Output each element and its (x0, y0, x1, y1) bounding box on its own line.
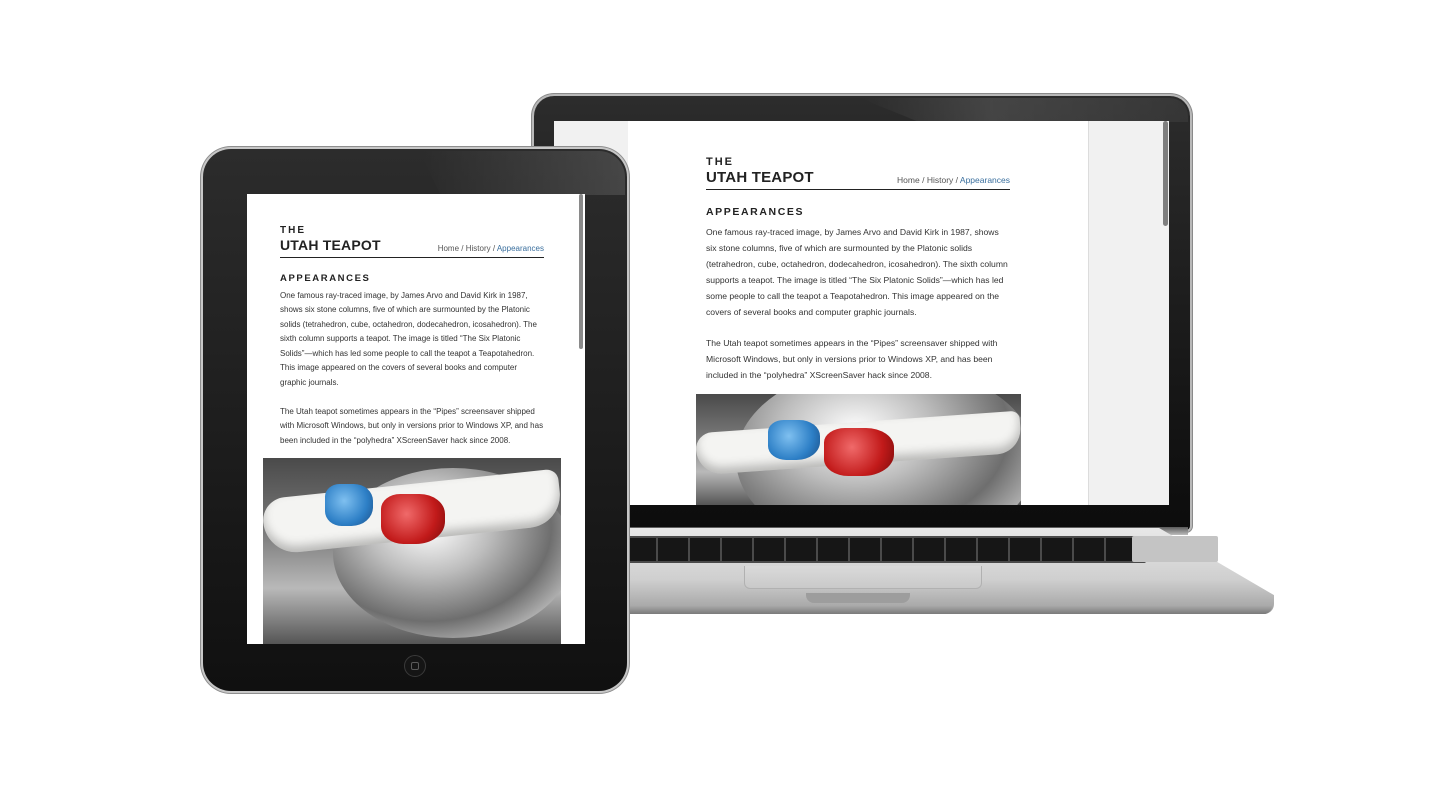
breadcrumb-separator: / (459, 244, 466, 253)
laptop-foot (556, 606, 1272, 614)
breadcrumb-home-link[interactable]: Home (897, 175, 920, 185)
red-lens (381, 494, 445, 544)
laptop-speaker-grille (1132, 536, 1218, 562)
laptop-screen: THE UTAH TEAPOT Home / History / Appeara… (554, 121, 1169, 505)
breadcrumb: Home / History / Appearances (438, 244, 544, 253)
paragraph: One famous ray-traced image, by James Ar… (280, 290, 537, 388)
laptop-page-gutter-right (1088, 121, 1169, 505)
brand-the: THE (706, 156, 734, 168)
breadcrumb-history-link[interactable]: History (466, 244, 491, 253)
paragraph: The Utah teapot sometimes appears in the… (706, 337, 998, 380)
breadcrumb-current-link[interactable]: Appearances (497, 244, 544, 253)
teapot-photo (696, 394, 1021, 505)
breadcrumb-history-link[interactable]: History (927, 175, 953, 185)
tablet-scrollbar[interactable] (579, 194, 583, 349)
brand-the: THE (280, 225, 306, 236)
red-lens (824, 428, 894, 476)
breadcrumb-separator: / (919, 175, 927, 185)
paragraph: One famous ray-traced image, by James Ar… (706, 226, 1008, 317)
tablet-screen: THE UTAH TEAPOT Home / History / Appeara… (247, 194, 585, 644)
paragraph: The Utah teapot sometimes appears in the… (280, 406, 544, 445)
blue-lens (768, 420, 820, 460)
laptop-site: THE UTAH TEAPOT Home / History / Appeara… (706, 157, 1010, 383)
laptop-lid-notch (806, 593, 910, 603)
breadcrumb: Home / History / Appearances (897, 175, 1010, 185)
laptop-keyboard (626, 536, 1146, 563)
breadcrumb-separator: / (953, 175, 960, 185)
tablet-home-button[interactable] (404, 655, 426, 677)
section-title: APPEARANCES (280, 273, 371, 284)
teapot-photo (263, 458, 561, 644)
tablet-glare (420, 151, 625, 195)
section-title: APPEARANCES (706, 206, 805, 218)
laptop-scrollbar[interactable] (1163, 121, 1168, 226)
site-header: THE UTAH TEAPOT Home / History / Appeara… (280, 226, 544, 258)
site-header: THE UTAH TEAPOT Home / History / Appeara… (706, 157, 1010, 190)
breadcrumb-current-link[interactable]: Appearances (960, 175, 1010, 185)
device-mockup-stage: THE UTAH TEAPOT Home / History / Appeara… (0, 0, 1440, 785)
laptop-trackpad (744, 566, 982, 589)
breadcrumb-home-link[interactable]: Home (438, 244, 459, 253)
blue-lens (325, 484, 373, 526)
tablet-site: THE UTAH TEAPOT Home / History / Appeara… (280, 226, 544, 448)
